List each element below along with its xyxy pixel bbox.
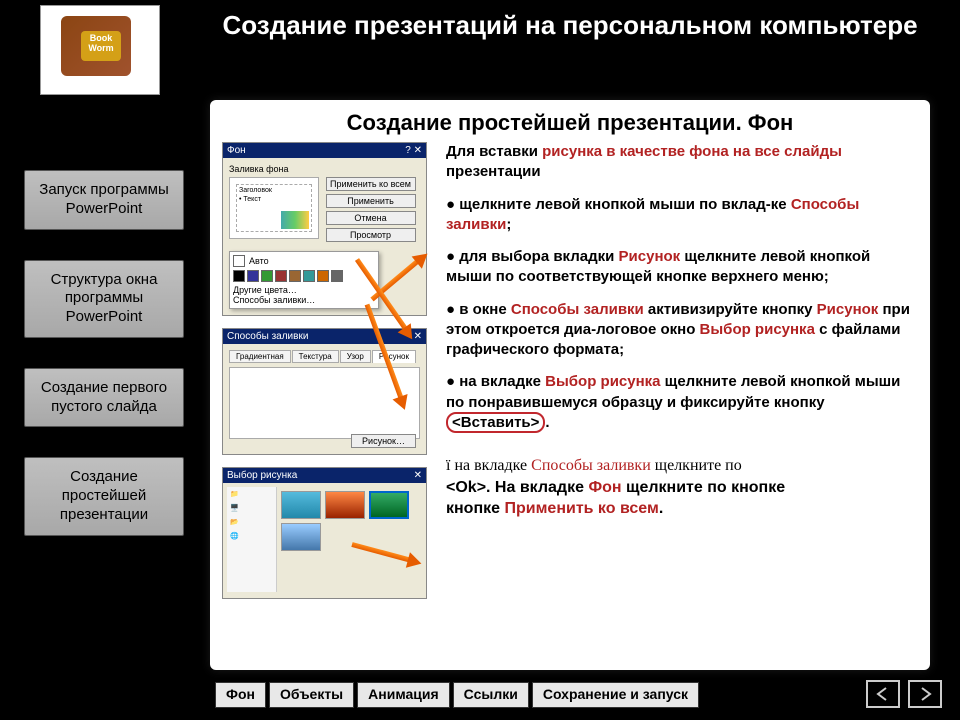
close-icon: ? ✕ (405, 145, 422, 156)
dd-auto[interactable]: Авто (249, 256, 269, 266)
dd-fill-methods[interactable]: Способы заливки… (233, 295, 375, 305)
content-title: Создание простейшей презентации. Фон (210, 100, 930, 142)
bottom-tabs: Фон Объекты Анимация Ссылки Сохранение и… (215, 682, 699, 708)
next-arrow[interactable] (908, 680, 942, 708)
sidebar: Запуск программы PowerPoint Структура ок… (24, 170, 184, 536)
page-title: Создание презентаций на персональном ком… (200, 10, 940, 41)
image-grid (281, 487, 422, 551)
tab-fon[interactable]: Фон (215, 682, 266, 708)
btn-preview[interactable]: Просмотр (326, 228, 416, 242)
prev-arrow[interactable] (866, 680, 900, 708)
slide-preview: Заголовок • Текст (229, 177, 319, 239)
btn-picture[interactable]: Рисунок… (351, 434, 416, 448)
logo-badge: Book Worm (81, 31, 121, 61)
thumbnails-column: Фон ? ✕ Заливка фона Заголовок • Текст Пр… (222, 142, 432, 599)
logo: Book Worm (40, 5, 160, 95)
preview-bullet: • Текст (237, 196, 311, 203)
label-fill: Заливка фона (229, 164, 420, 174)
btn-apply-all[interactable]: Применить ко всем (326, 177, 416, 191)
dd-more-colors[interactable]: Другие цвета… (233, 285, 375, 295)
dialog-thumb-background: Фон ? ✕ Заливка фона Заголовок • Текст Пр… (222, 142, 427, 316)
btn-apply[interactable]: Применить (326, 194, 416, 208)
tab-pattern[interactable]: Узор (340, 350, 371, 363)
sidebar-item-launch[interactable]: Запуск программы PowerPoint (24, 170, 184, 230)
tab-links[interactable]: Ссылки (453, 682, 529, 708)
tab-gradient[interactable]: Градиентная (229, 350, 291, 363)
btn-cancel[interactable]: Отмена (326, 211, 416, 225)
folder-sidebar: 📁🖥️📂🌐 (227, 487, 277, 592)
sidebar-item-first-slide[interactable]: Создание первого пустого слайда (24, 368, 184, 428)
nav-arrows (866, 680, 942, 708)
tab-animation[interactable]: Анимация (357, 682, 450, 708)
content-panel: Создание простейшей презентации. Фон Фон… (210, 100, 930, 670)
dialog-title-3: Выбор рисунка (227, 470, 297, 481)
sidebar-item-structure[interactable]: Структура окна программы PowerPoint (24, 260, 184, 338)
tab-save-run[interactable]: Сохранение и запуск (532, 682, 699, 708)
dialog-thumb-choose: Выбор рисунка ✕ 📁🖥️📂🌐 (222, 467, 427, 599)
instructions-text: Для вставки рисунка в качестве фона на в… (446, 142, 914, 599)
sidebar-item-simple-pres[interactable]: Создание простейшей презентации (24, 457, 184, 535)
dialog-title-2: Способы заливки (227, 331, 308, 342)
tab-picture[interactable]: Рисунок (372, 350, 416, 363)
dialog-title: Фон (227, 145, 246, 156)
tab-texture[interactable]: Текстура (292, 350, 339, 363)
preview-title: Заголовок (237, 185, 311, 196)
close-icon: ✕ (414, 470, 422, 481)
tab-objects[interactable]: Объекты (269, 682, 354, 708)
